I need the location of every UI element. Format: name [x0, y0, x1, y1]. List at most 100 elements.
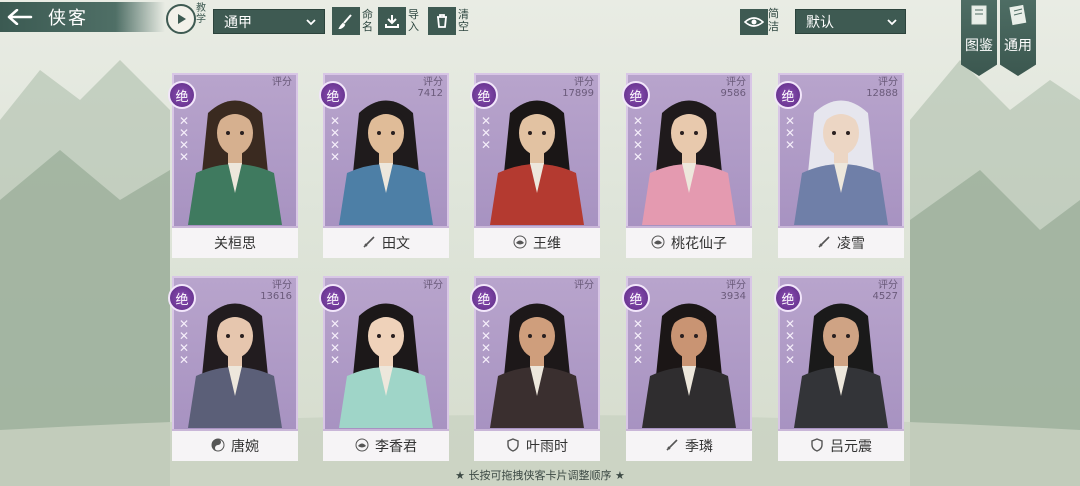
score-label: 评分	[423, 77, 443, 88]
download-icon	[385, 15, 399, 28]
mark-icon: ✕	[480, 353, 492, 367]
hero-portrait	[480, 93, 594, 225]
tab-general[interactable]: 通用	[1000, 0, 1036, 76]
mark-icon: ✕	[632, 150, 644, 164]
card-name-bar: 唐婉	[172, 429, 298, 461]
star-marks: ✕ ✕ ✕ ✕	[329, 318, 343, 366]
lotus-icon	[513, 234, 527, 253]
hero-name: 吕元震	[830, 439, 872, 455]
star-marks: ✕ ✕ ✕ ✕	[178, 115, 192, 163]
mark-icon: ✕	[329, 353, 341, 367]
rename-button[interactable]: 命名	[332, 6, 374, 36]
score-label: 评分	[574, 280, 594, 291]
clear-button[interactable]: 清空	[428, 6, 470, 36]
grade-badge: 绝	[470, 284, 498, 312]
import-label: 导入	[408, 8, 419, 33]
grade-badge: 绝	[168, 81, 196, 109]
taiji-icon	[211, 437, 225, 456]
score-value: 3934	[720, 291, 746, 302]
hero-card[interactable]: 绝 评分 4527 ✕ ✕ ✕ ✕ 吕元震	[774, 276, 904, 461]
hero-card[interactable]: 绝 评分 ✕ ✕ ✕ ✕ 叶雨时	[470, 276, 600, 461]
hero-name: 关桓思	[214, 236, 256, 252]
top-bar: 侠客 教学 通甲 命名 导入 清空 简洁 默认	[0, 0, 1080, 40]
back-arrow-icon	[0, 2, 40, 32]
import-button[interactable]: 导入	[378, 6, 420, 36]
hero-name: 唐婉	[231, 439, 259, 455]
card-name-bar: 季璘	[626, 429, 752, 461]
score-value: 13616	[260, 291, 292, 302]
score-block: 评分 3934	[721, 280, 746, 302]
score-block: 评分	[272, 77, 292, 88]
filter-select[interactable]: 通甲	[213, 9, 325, 34]
star-marks: ✕ ✕ ✕ ✕	[632, 318, 646, 366]
tab-general-label: 通用	[1004, 38, 1032, 54]
card-name-bar: 关桓思	[172, 226, 298, 258]
score-label: 评分	[726, 77, 746, 88]
score-label: 评分	[423, 280, 443, 291]
book-icon	[971, 5, 987, 25]
score-value: 4527	[872, 291, 898, 302]
card-name-bar: 田文	[323, 226, 449, 258]
hero-portrait	[784, 93, 898, 225]
sword-icon	[665, 437, 679, 456]
grade-badge: 绝	[622, 81, 650, 109]
star-marks: ✕ ✕ ✕	[480, 115, 494, 151]
hero-name: 田文	[382, 236, 410, 252]
sword-icon	[362, 234, 376, 253]
star-marks: ✕ ✕ ✕ ✕	[329, 115, 343, 163]
brush-icon	[338, 14, 352, 29]
hero-card[interactable]: 绝 评分 17899 ✕ ✕ ✕ 王维	[470, 73, 600, 258]
chevron-down-icon	[306, 18, 316, 25]
sort-value: 默认	[806, 14, 834, 31]
grade-badge: 绝	[319, 81, 347, 109]
hero-card[interactable]: 绝 评分 3934 ✕ ✕ ✕ ✕ 季璘	[622, 276, 752, 461]
back-button[interactable]: 侠客	[0, 2, 165, 32]
mark-icon: ✕	[178, 353, 190, 367]
score-block: 评分 4527	[873, 280, 898, 302]
score-block: 评分 17899	[562, 77, 594, 99]
hero-card[interactable]: 绝 评分 13616 ✕ ✕ ✕ ✕ 唐婉	[168, 276, 298, 461]
score-label: 评分	[878, 77, 898, 88]
hero-card[interactable]: 绝 评分 ✕ ✕ ✕ ✕ 关桓思	[168, 73, 298, 258]
hero-card[interactable]: 绝 评分 12888 ✕ ✕ ✕ 凌雪	[774, 73, 904, 258]
score-label: 评分	[574, 77, 594, 88]
mark-icon: ✕	[329, 150, 341, 164]
concise-toggle[interactable]	[740, 9, 768, 35]
clear-label: 清空	[458, 8, 469, 33]
filter-value: 通甲	[224, 14, 252, 31]
tutorial-button[interactable]	[166, 4, 196, 34]
star-marks: ✕ ✕ ✕ ✕	[480, 318, 494, 366]
tutorial-label: 教学	[196, 3, 206, 25]
shield-icon	[506, 437, 520, 456]
hero-name: 王维	[533, 236, 561, 252]
hero-portrait	[329, 93, 443, 225]
hero-name: 李香君	[375, 439, 417, 455]
hero-portrait	[632, 93, 746, 225]
scroll-icon	[1009, 4, 1027, 26]
star-marks: ✕ ✕ ✕	[784, 115, 798, 151]
sort-select[interactable]: 默认	[795, 9, 906, 34]
hero-portrait	[480, 296, 594, 428]
card-name-bar: 桃花仙子	[626, 226, 752, 258]
score-value: 9586	[720, 88, 746, 99]
page-title: 侠客	[48, 8, 88, 29]
hero-name: 叶雨时	[526, 439, 568, 455]
grade-badge: 绝	[319, 284, 347, 312]
tab-codex-label: 图鉴	[965, 38, 993, 54]
score-value: 17899	[562, 88, 594, 99]
rename-label: 命名	[362, 8, 373, 33]
hero-card[interactable]: 绝 评分 7412 ✕ ✕ ✕ ✕ 田文	[319, 73, 449, 258]
concise-label: 简洁	[768, 7, 779, 33]
chevron-down-icon	[887, 18, 897, 25]
card-name-bar: 吕元震	[778, 429, 904, 461]
tab-codex[interactable]: 图鉴	[961, 0, 997, 76]
star-marks: ✕ ✕ ✕ ✕	[784, 318, 798, 366]
score-value: 7412	[417, 88, 443, 99]
hero-card[interactable]: 绝 评分 ✕ ✕ ✕ ✕ 李香君	[319, 276, 449, 461]
mark-icon: ✕	[178, 150, 190, 164]
hero-card[interactable]: 绝 评分 9586 ✕ ✕ ✕ ✕ 桃花仙子	[622, 73, 752, 258]
grade-badge: 绝	[774, 81, 802, 109]
hero-portrait	[784, 296, 898, 428]
mark-icon: ✕	[784, 353, 796, 367]
grade-badge: 绝	[622, 284, 650, 312]
